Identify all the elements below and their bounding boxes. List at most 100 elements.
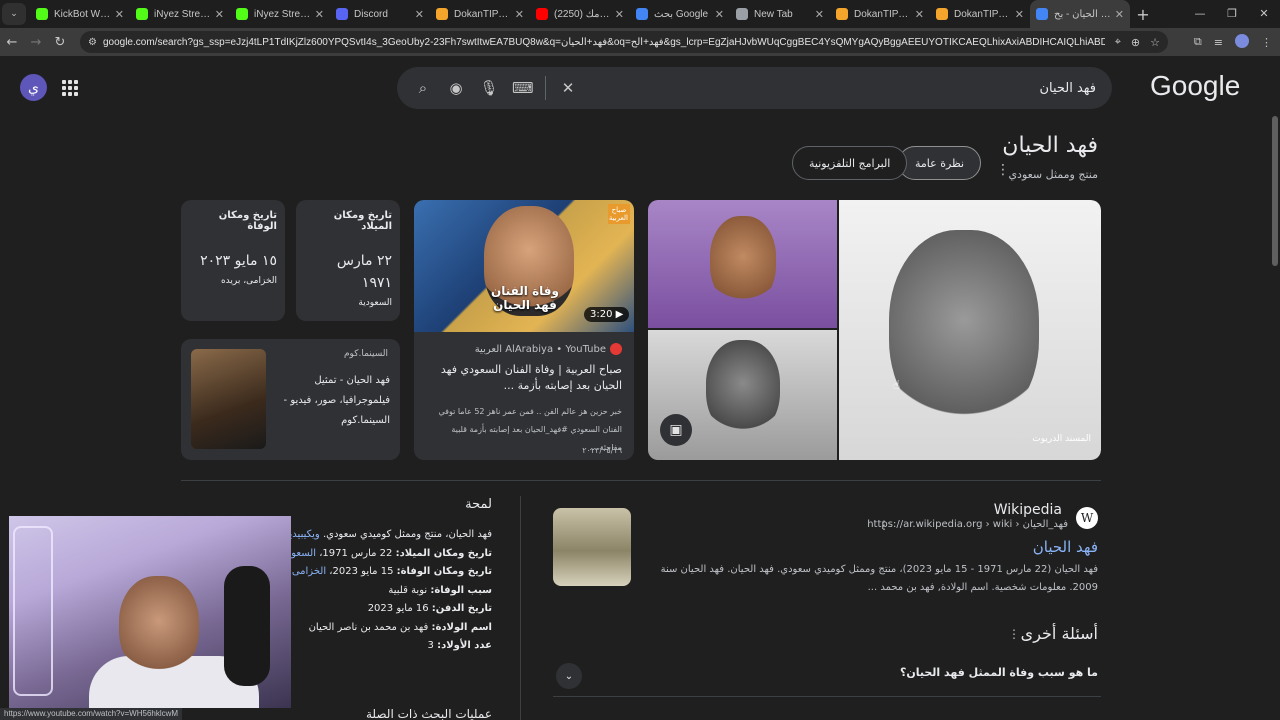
- tab-close-icon[interactable]: ✕: [415, 8, 424, 21]
- google-logo[interactable]: Google: [1150, 70, 1240, 102]
- tab-close-icon[interactable]: ✕: [915, 8, 924, 21]
- paa-question[interactable]: ما هو سبب وفاة الممثل فهد الحيان؟: [900, 666, 1098, 679]
- image-tile-purple[interactable]: [648, 200, 837, 328]
- search-box[interactable]: ⌕ ◉ 🎙 ⌨ ✕ فهد الحيان: [397, 67, 1112, 109]
- microphone: [224, 566, 270, 686]
- url-text: google.com/search?gs_ssp=eJzj4tLP1TdIKjZ…: [102, 36, 1105, 48]
- media-icon[interactable]: ≡: [1214, 36, 1223, 49]
- video-card[interactable]: وفاة الفنان فهد الحيان صباح العربية 3:20…: [414, 200, 634, 460]
- tab-title: (2250) نزار مك: [554, 8, 611, 20]
- keyboard-icon[interactable]: ⌨: [512, 78, 534, 98]
- video-badge: صباح العربية: [608, 204, 630, 224]
- tab-favicon-icon: [336, 8, 348, 20]
- profile-avatar[interactable]: [1235, 33, 1249, 51]
- tab-title: DokanTIP - ية: [854, 8, 911, 20]
- info-card-death[interactable]: تاريخ ومكان الوفاة ١٥ مايو ٢٠٢٣ الخزامى،…: [181, 200, 285, 321]
- elcinema-source: السينما.كوم: [343, 349, 388, 359]
- page-scrollbar[interactable]: [1272, 116, 1278, 266]
- tab-favicon-icon: [736, 8, 748, 20]
- lens-icon[interactable]: ◉: [446, 78, 466, 98]
- tab-0[interactable]: KickBot Widget ✕: [30, 0, 130, 28]
- close-window-button[interactable]: ✕: [1248, 0, 1280, 28]
- chip-tv-shows[interactable]: البرامج التلفزيونية: [792, 146, 908, 180]
- wiki-more-icon[interactable]: ⋮: [878, 518, 890, 532]
- tab-close-icon[interactable]: ✕: [815, 8, 824, 21]
- elcinema-card[interactable]: السينما.كوم فهد الحيان - تمثيل فيلموجراف…: [181, 339, 400, 460]
- tab-1[interactable]: iNyez Stream ✕: [130, 0, 230, 28]
- tab-close-icon[interactable]: ✕: [615, 8, 624, 21]
- tab-7[interactable]: New Tab ✕: [730, 0, 830, 28]
- elcinema-title: فهد الحيان - تمثيل فيلموجرافيا، صور، فيد…: [283, 375, 390, 426]
- mic-icon[interactable]: 🎙: [479, 78, 499, 98]
- tab-title: iNyez Stream: [254, 8, 311, 20]
- tab-10[interactable]: فهد الحيان - بح ✕: [1030, 0, 1130, 28]
- address-bar[interactable]: ⚙ google.com/search?gs_ssp=eJzj4tLP1TdIK…: [80, 31, 1168, 53]
- minimize-button[interactable]: —: [1184, 0, 1216, 28]
- zoom-icon[interactable]: ⊕: [1131, 36, 1140, 49]
- tab-close-icon[interactable]: ✕: [1115, 8, 1124, 21]
- tab-close-icon[interactable]: ✕: [315, 8, 324, 21]
- tab-search-button[interactable]: ⌄: [2, 3, 26, 25]
- tab-close-icon[interactable]: ✕: [115, 8, 124, 21]
- bookmark-star-icon[interactable]: ☆: [1150, 36, 1160, 49]
- account-avatar[interactable]: ي: [20, 74, 47, 101]
- info-card-heading: تاريخ ومكان الميلاد: [333, 210, 392, 232]
- tab-favicon-icon: [436, 8, 448, 20]
- new-tab-button[interactable]: +: [1130, 5, 1156, 24]
- tab-close-icon[interactable]: ✕: [215, 8, 224, 21]
- image-tile-main[interactable]: المسند الدريوت: [839, 200, 1101, 460]
- hex-light-decor: [13, 526, 53, 696]
- wiki-url: https://ar.wikipedia.org › wiki › فهد_ال…: [867, 519, 1068, 530]
- about-title: لمحة: [465, 497, 492, 512]
- video-duration: 3:20 ▶: [584, 307, 630, 322]
- clear-icon[interactable]: ✕: [558, 78, 578, 98]
- tab-9[interactable]: DokanTIP | iny ✕: [930, 0, 1030, 28]
- tab-3[interactable]: Discord ✕: [330, 0, 430, 28]
- wiki-thumbnail[interactable]: [553, 508, 631, 586]
- location-icon[interactable]: ⌖: [1115, 36, 1121, 49]
- images-icon[interactable]: ▣: [660, 414, 692, 446]
- tab-close-icon[interactable]: ✕: [515, 8, 524, 21]
- tab-title: DokanTIP | bro: [454, 8, 511, 20]
- tab-title: KickBot Widget: [54, 8, 111, 20]
- tab-2[interactable]: iNyez Stream ✕: [230, 0, 330, 28]
- section-divider: [181, 480, 1101, 481]
- menu-icon[interactable]: ⋮: [1261, 36, 1272, 49]
- browser-toolbar: ← → ↻ ⚙ google.com/search?gs_ssp=eJzj4tL…: [0, 28, 1280, 56]
- tab-6[interactable]: بحث Google ✕: [630, 0, 730, 28]
- tab-title: فهد الحيان - بح: [1054, 8, 1111, 20]
- tab-favicon-icon: [936, 8, 948, 20]
- tab-close-icon[interactable]: ✕: [715, 8, 724, 21]
- tab-title: Discord: [354, 8, 388, 20]
- extensions-icon[interactable]: ⧉: [1194, 35, 1202, 49]
- video-title[interactable]: صباح العربية | وفاة الفنان السعودي فهد ا…: [427, 362, 622, 394]
- wiki-result-link[interactable]: فهد الحيان: [1033, 538, 1098, 556]
- tab-close-icon[interactable]: ✕: [1015, 8, 1024, 21]
- chip-overview[interactable]: نظرة عامة: [898, 146, 982, 180]
- chevron-down-icon[interactable]: ⌄: [556, 663, 582, 689]
- image-collage: المسند الدريوت: [648, 200, 1101, 460]
- video-banner: وفاة الفنان فهد الحيان: [491, 284, 559, 312]
- window-controls: — ❐ ✕: [1184, 0, 1280, 28]
- wiki-site-name: Wikipedia: [993, 502, 1062, 518]
- apps-grid-icon[interactable]: [62, 80, 78, 96]
- tab-5[interactable]: (2250) نزار مك ✕: [530, 0, 630, 28]
- people-also-ask-title: أسئلة أخرى: [1020, 624, 1098, 643]
- video-thumbnail: وفاة الفنان فهد الحيان صباح العربية 3:20…: [414, 200, 634, 332]
- paa-more-icon[interactable]: ⋮: [1008, 627, 1020, 641]
- entity-more-icon[interactable]: ⋮: [996, 162, 1010, 178]
- search-input[interactable]: فهد الحيان: [591, 81, 1096, 96]
- reload-button[interactable]: ↻: [48, 35, 72, 50]
- mouse-cursor-icon: ☝: [893, 378, 901, 392]
- tab-4[interactable]: DokanTIP | bro ✕: [430, 0, 530, 28]
- site-info-icon[interactable]: ⚙: [88, 37, 97, 48]
- search-icon[interactable]: ⌕: [413, 78, 433, 98]
- maximize-button[interactable]: ❐: [1216, 0, 1248, 28]
- tab-8[interactable]: DokanTIP - ية ✕: [830, 0, 930, 28]
- video-source: AlArabiya • YouTube العربية: [475, 343, 622, 355]
- image-watermark: المسند الدريوت: [1032, 434, 1091, 444]
- info-card-birth[interactable]: تاريخ ومكان الميلاد ٢٢ مارس ١٩٧١ السعودي…: [296, 200, 400, 321]
- back-button[interactable]: ←: [0, 35, 24, 50]
- wikipedia-link[interactable]: ويكيبيديا: [286, 529, 319, 540]
- forward-button[interactable]: →: [24, 35, 48, 50]
